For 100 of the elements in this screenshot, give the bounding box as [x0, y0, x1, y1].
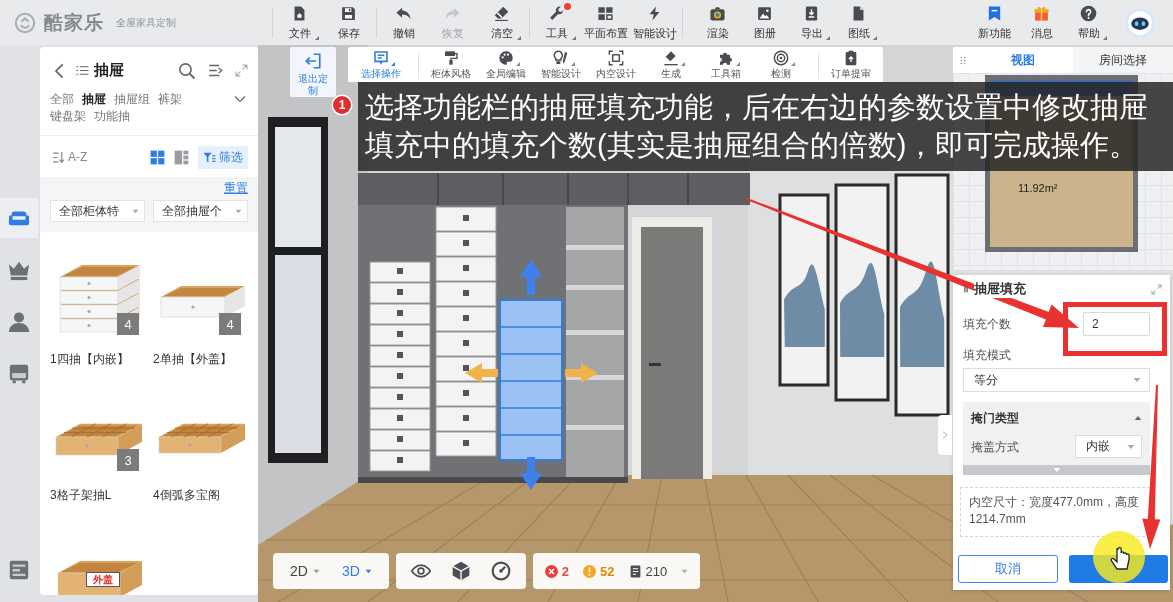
toolbar-button[interactable]: 图纸	[835, 0, 882, 45]
product-name[interactable]: 2单抽【外盖】	[153, 351, 245, 367]
eraser-icon	[493, 4, 510, 22]
toolbar-button[interactable]: 撤销	[379, 0, 428, 45]
palette-icon	[497, 50, 514, 66]
gift-icon	[1033, 4, 1050, 22]
move-arrow-icon[interactable]	[520, 457, 542, 490]
filter-dropdown[interactable]: 全部抽屉个	[153, 200, 248, 222]
toolbar-button[interactable]: 导出	[788, 0, 835, 45]
toolbar-button[interactable]: 消息	[1018, 0, 1065, 45]
caret-down-icon[interactable]	[681, 567, 689, 575]
eye-icon[interactable]	[410, 561, 431, 581]
category-tab[interactable]: 抽屉组	[114, 91, 150, 108]
toolbar-button[interactable]: 清空	[477, 0, 526, 45]
sort-list-icon[interactable]	[208, 63, 223, 78]
category-tab[interactable]: 抽屉	[82, 91, 106, 108]
toolbar-button[interactable]: 新功能	[971, 0, 1018, 45]
caret-down-icon	[1133, 376, 1141, 384]
count-badge: 4	[219, 313, 241, 335]
product-name[interactable]: 1四抽【内嵌】	[50, 351, 143, 367]
toolbar-button[interactable]: 渲染	[694, 0, 741, 45]
filter-button[interactable]: 筛选	[198, 145, 248, 169]
input-field[interactable]: 2	[1083, 312, 1150, 336]
category-tab[interactable]: 全部	[50, 91, 74, 108]
product-name[interactable]: 3格子架抽L	[50, 487, 143, 503]
toolbar-button[interactable]: 生成	[643, 47, 698, 82]
toolbar-button[interactable]: 全局编辑	[478, 47, 533, 82]
warning-icon	[583, 564, 597, 578]
dropdown-field[interactable]: 等分	[963, 368, 1150, 392]
wall-cabinet-drawing[interactable]	[358, 172, 750, 206]
toolbar-button[interactable]: 帮助	[1065, 0, 1112, 45]
gauge-icon[interactable]	[490, 561, 511, 581]
toolbar-button[interactable]: 图册	[741, 0, 788, 45]
search-icon[interactable]	[178, 61, 196, 80]
field-label: 填充个数	[963, 317, 1011, 331]
toolbar-button[interactable]: 平面布置	[581, 0, 630, 45]
toolbar-button[interactable]: 检测	[753, 47, 808, 82]
field-label: 掩盖方式	[971, 439, 1019, 454]
filter-dropdown[interactable]: 全部柜体特	[50, 200, 145, 222]
cube-icon[interactable]	[450, 561, 471, 581]
toolbar-button[interactable]: 订单提审	[823, 47, 878, 82]
caret-down-icon	[235, 207, 242, 215]
toolbar-button[interactable]: 保存	[324, 0, 373, 45]
product-name[interactable]: 4倒弧多宝阁	[153, 487, 245, 503]
bulb-pen-icon	[552, 50, 569, 66]
toolbar-button[interactable]: 工具箱	[698, 47, 753, 82]
move-arrow-icon[interactable]	[465, 363, 498, 383]
app-logo: 酷家乐	[44, 10, 104, 35]
view-mode-button[interactable]: 3D	[341, 563, 372, 579]
note-icon	[372, 50, 389, 66]
wrench-icon	[548, 4, 565, 22]
document-icon	[628, 564, 642, 578]
toolbar-button[interactable]: 内空设计	[588, 47, 643, 82]
robot-avatar-icon[interactable]	[1125, 7, 1155, 38]
sidebar-tab[interactable]	[0, 198, 38, 238]
sort-icon	[52, 150, 65, 164]
exit-button[interactable]: 退出定制	[290, 47, 336, 97]
field-label: 填充模式	[963, 348, 1011, 362]
chevron-down-icon[interactable]	[234, 93, 246, 105]
category-tab[interactable]: 键盘架	[50, 108, 86, 125]
help-icon	[1080, 4, 1097, 22]
toolbar-button[interactable]: 工具	[532, 0, 581, 45]
person-icon	[8, 311, 30, 333]
puzzle-icon	[717, 50, 734, 66]
secondary-button[interactable]: 取消	[958, 555, 1058, 583]
expand-icon[interactable]	[235, 64, 248, 77]
item-count[interactable]: 210	[645, 563, 668, 579]
info-text: 内空尺寸：宽度477.0mm，高度1214.7mm	[969, 494, 1141, 528]
wardrobe-drawing[interactable]	[358, 205, 628, 483]
caret-down-icon	[132, 207, 139, 215]
grid-view-icon[interactable]	[150, 149, 165, 165]
exit-icon	[304, 52, 322, 70]
camera-icon	[709, 4, 726, 22]
drawer-column-drawing[interactable]	[435, 206, 497, 457]
view-mode-button[interactable]: 2D	[290, 563, 320, 579]
category-tab[interactable]: 功能抽	[94, 108, 130, 125]
error-count[interactable]: 2	[561, 563, 570, 579]
toolbar-button[interactable]: 选择操作	[353, 47, 408, 82]
sort-button[interactable]: A-Z	[52, 150, 88, 164]
toolbar-button[interactable]: 智能设计	[533, 47, 588, 82]
toolbar-button[interactable]: 文件	[275, 0, 324, 45]
bookmark-icon	[986, 4, 1003, 22]
instruction-caption: 选择功能栏的抽屉填充功能，后在右边的参数设置中修改抽屉填充中的填充个数(其实是抽屉组合的倍数)，即可完成操作。	[358, 82, 1173, 171]
panel-title: 抽屉	[94, 61, 124, 80]
logo-icon	[14, 11, 36, 34]
export-icon	[803, 4, 820, 22]
caret-up-icon[interactable]	[1134, 414, 1142, 422]
toolbar-button[interactable]: 柜体风格	[423, 47, 478, 82]
expand-icon[interactable]	[1151, 283, 1162, 295]
error-icon	[544, 564, 558, 578]
crown-icon	[8, 259, 30, 281]
dropdown-field[interactable]: 内嵌	[1075, 435, 1142, 458]
split-view-icon[interactable]	[174, 149, 189, 165]
reset-link[interactable]: 重置	[224, 181, 248, 195]
panel-tab[interactable]: 房间选择	[1073, 47, 1173, 73]
drawer-column-drawing[interactable]	[369, 261, 431, 472]
target-icon	[772, 50, 789, 66]
eraser-icon	[662, 50, 679, 66]
cabinet-icon	[8, 363, 30, 385]
category-tab[interactable]: 裤架	[158, 91, 182, 108]
